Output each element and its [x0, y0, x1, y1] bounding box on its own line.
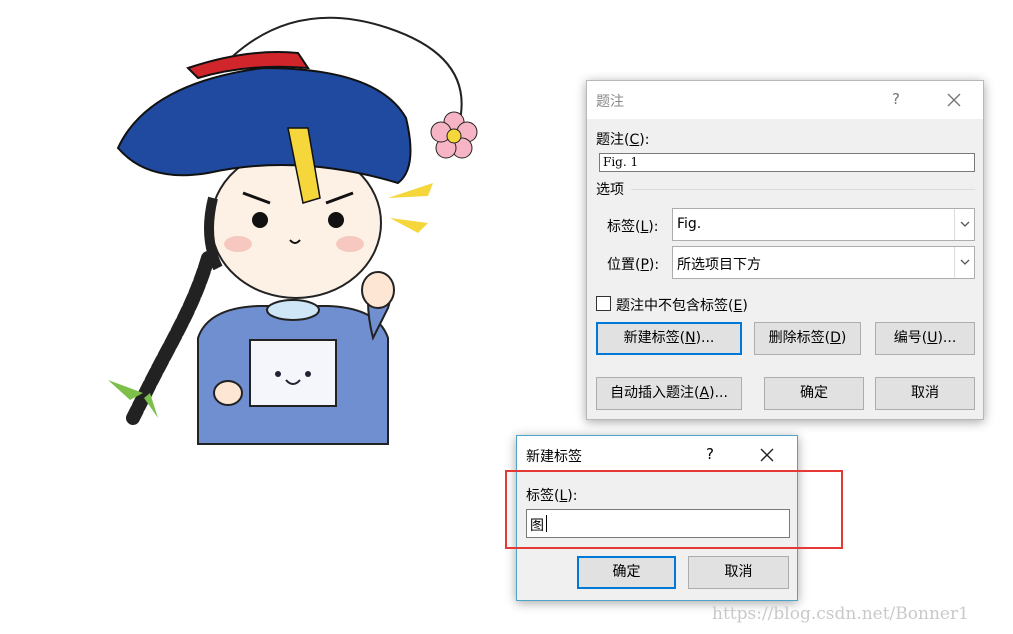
close-icon[interactable] [758, 446, 776, 464]
close-icon[interactable] [945, 91, 963, 109]
new-label-dialog-titlebar[interactable]: 新建标签 ? [517, 436, 797, 472]
caption-dialog: 题注 ? 题注(C): Fig. 1 选项 标签(L): Fig. 位置(P):… [586, 80, 984, 420]
caption-input[interactable]: Fig. 1 [599, 153, 975, 172]
label-select[interactable]: Fig. [672, 208, 975, 241]
cancel-button[interactable]: 取消 [875, 377, 975, 410]
caption-input-value: Fig. 1 [603, 155, 639, 169]
new-label-cancel-button[interactable]: 取消 [688, 556, 789, 589]
numbering-button[interactable]: 编号(U)... [875, 322, 975, 355]
help-icon[interactable]: ? [892, 90, 900, 108]
label-select-value: Fig. [677, 216, 702, 232]
caption-dialog-titlebar[interactable]: 题注 ? [587, 81, 983, 119]
new-label-button[interactable]: 新建标签(N)... [596, 322, 742, 355]
label-select-dropdown[interactable] [954, 209, 974, 240]
chevron-down-icon [960, 221, 970, 227]
exclude-label-text: 题注中不包含标签(E) [616, 298, 748, 314]
position-select[interactable]: 所选项目下方 [672, 246, 975, 279]
chevron-down-icon [960, 259, 970, 265]
options-group-label: 选项 [596, 182, 624, 198]
new-label-dialog-title: 新建标签 [526, 449, 582, 465]
autocaption-button[interactable]: 自动插入题注(A)... [596, 377, 742, 410]
exclude-label-checkbox[interactable] [596, 296, 611, 311]
cartoon-qing-official-illustration [108, 16, 478, 445]
watermark: https://blog.csdn.net/Bonner1 [712, 604, 969, 624]
position-field-label: 位置(P): [607, 257, 660, 273]
caption-label: 题注(C): [596, 132, 650, 148]
options-divider [631, 189, 975, 190]
caption-dialog-title: 题注 [596, 94, 624, 110]
position-select-dropdown[interactable] [954, 247, 974, 278]
help-icon[interactable]: ? [706, 445, 714, 463]
label-field-label: 标签(L): [607, 219, 659, 235]
position-select-value: 所选项目下方 [677, 257, 761, 273]
red-highlight-box [505, 470, 843, 549]
new-label-ok-button[interactable]: 确定 [577, 556, 676, 589]
ok-button[interactable]: 确定 [764, 377, 864, 410]
delete-label-button[interactable]: 删除标签(D) [754, 322, 861, 355]
